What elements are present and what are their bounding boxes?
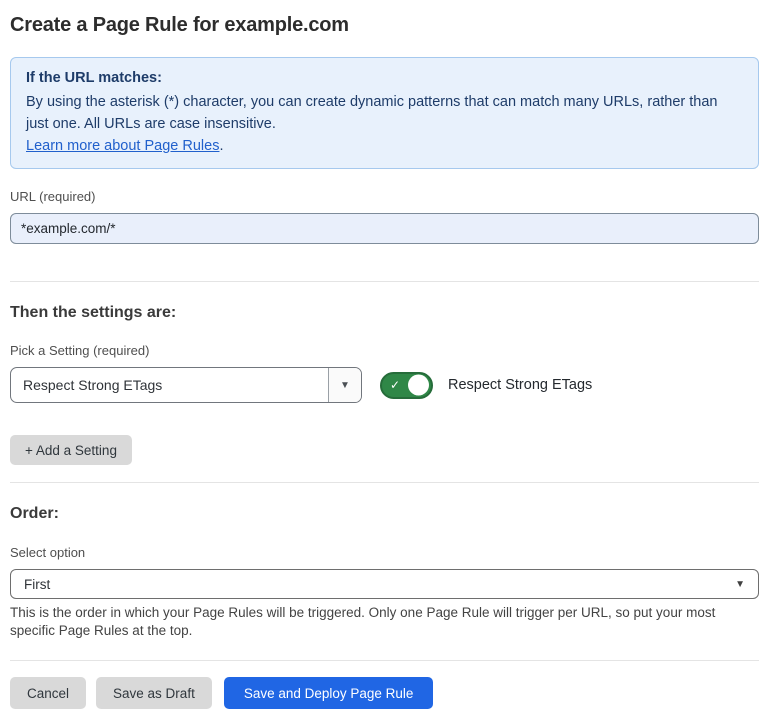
learn-more-link[interactable]: Learn more about Page Rules [26,138,219,154]
setting-select[interactable]: Respect Strong ETags ▼ [10,367,362,403]
order-select-label: Select option [10,545,759,560]
page-rule-form: Create a Page Rule for example.com If th… [0,14,769,709]
setting-select-dropdown-button[interactable]: ▼ [328,368,361,402]
toggle-label: Respect Strong ETags [448,377,592,393]
order-select-value: First [24,577,50,592]
respect-strong-etags-toggle[interactable]: ✓ [380,372,433,399]
setting-picker-row: Respect Strong ETags ▼ ✓ Respect Strong … [10,367,759,403]
link-suffix: . [219,138,223,154]
divider [10,660,759,661]
cancel-button[interactable]: Cancel [10,677,86,709]
chevron-down-icon: ▼ [340,380,350,391]
info-box-body: By using the asterisk (*) character, you… [26,91,743,135]
url-match-info-box: If the URL matches: By using the asteris… [10,57,759,169]
save-as-draft-button[interactable]: Save as Draft [96,677,212,709]
check-icon: ✓ [390,379,400,391]
order-select[interactable]: First ▼ [10,569,759,599]
order-help-text: This is the order in which your Page Rul… [10,604,759,639]
info-box-link-line: Learn more about Page Rules. [26,135,743,157]
toggle-knob [408,375,429,396]
footer-actions: Cancel Save as Draft Save and Deploy Pag… [10,677,759,709]
url-field-label: URL (required) [10,189,759,204]
order-section-heading: Order: [10,504,759,523]
setting-picker-label: Pick a Setting (required) [10,343,759,358]
page-title: Create a Page Rule for example.com [10,14,759,37]
divider [10,482,759,483]
url-input[interactable] [10,213,759,244]
setting-select-value: Respect Strong ETags [11,368,328,402]
settings-section-heading: Then the settings are: [10,303,759,322]
divider [10,281,759,282]
info-box-heading: If the URL matches: [26,67,743,89]
save-and-deploy-button[interactable]: Save and Deploy Page Rule [224,677,434,709]
chevron-down-icon: ▼ [735,579,745,590]
add-setting-button[interactable]: + Add a Setting [10,435,132,465]
